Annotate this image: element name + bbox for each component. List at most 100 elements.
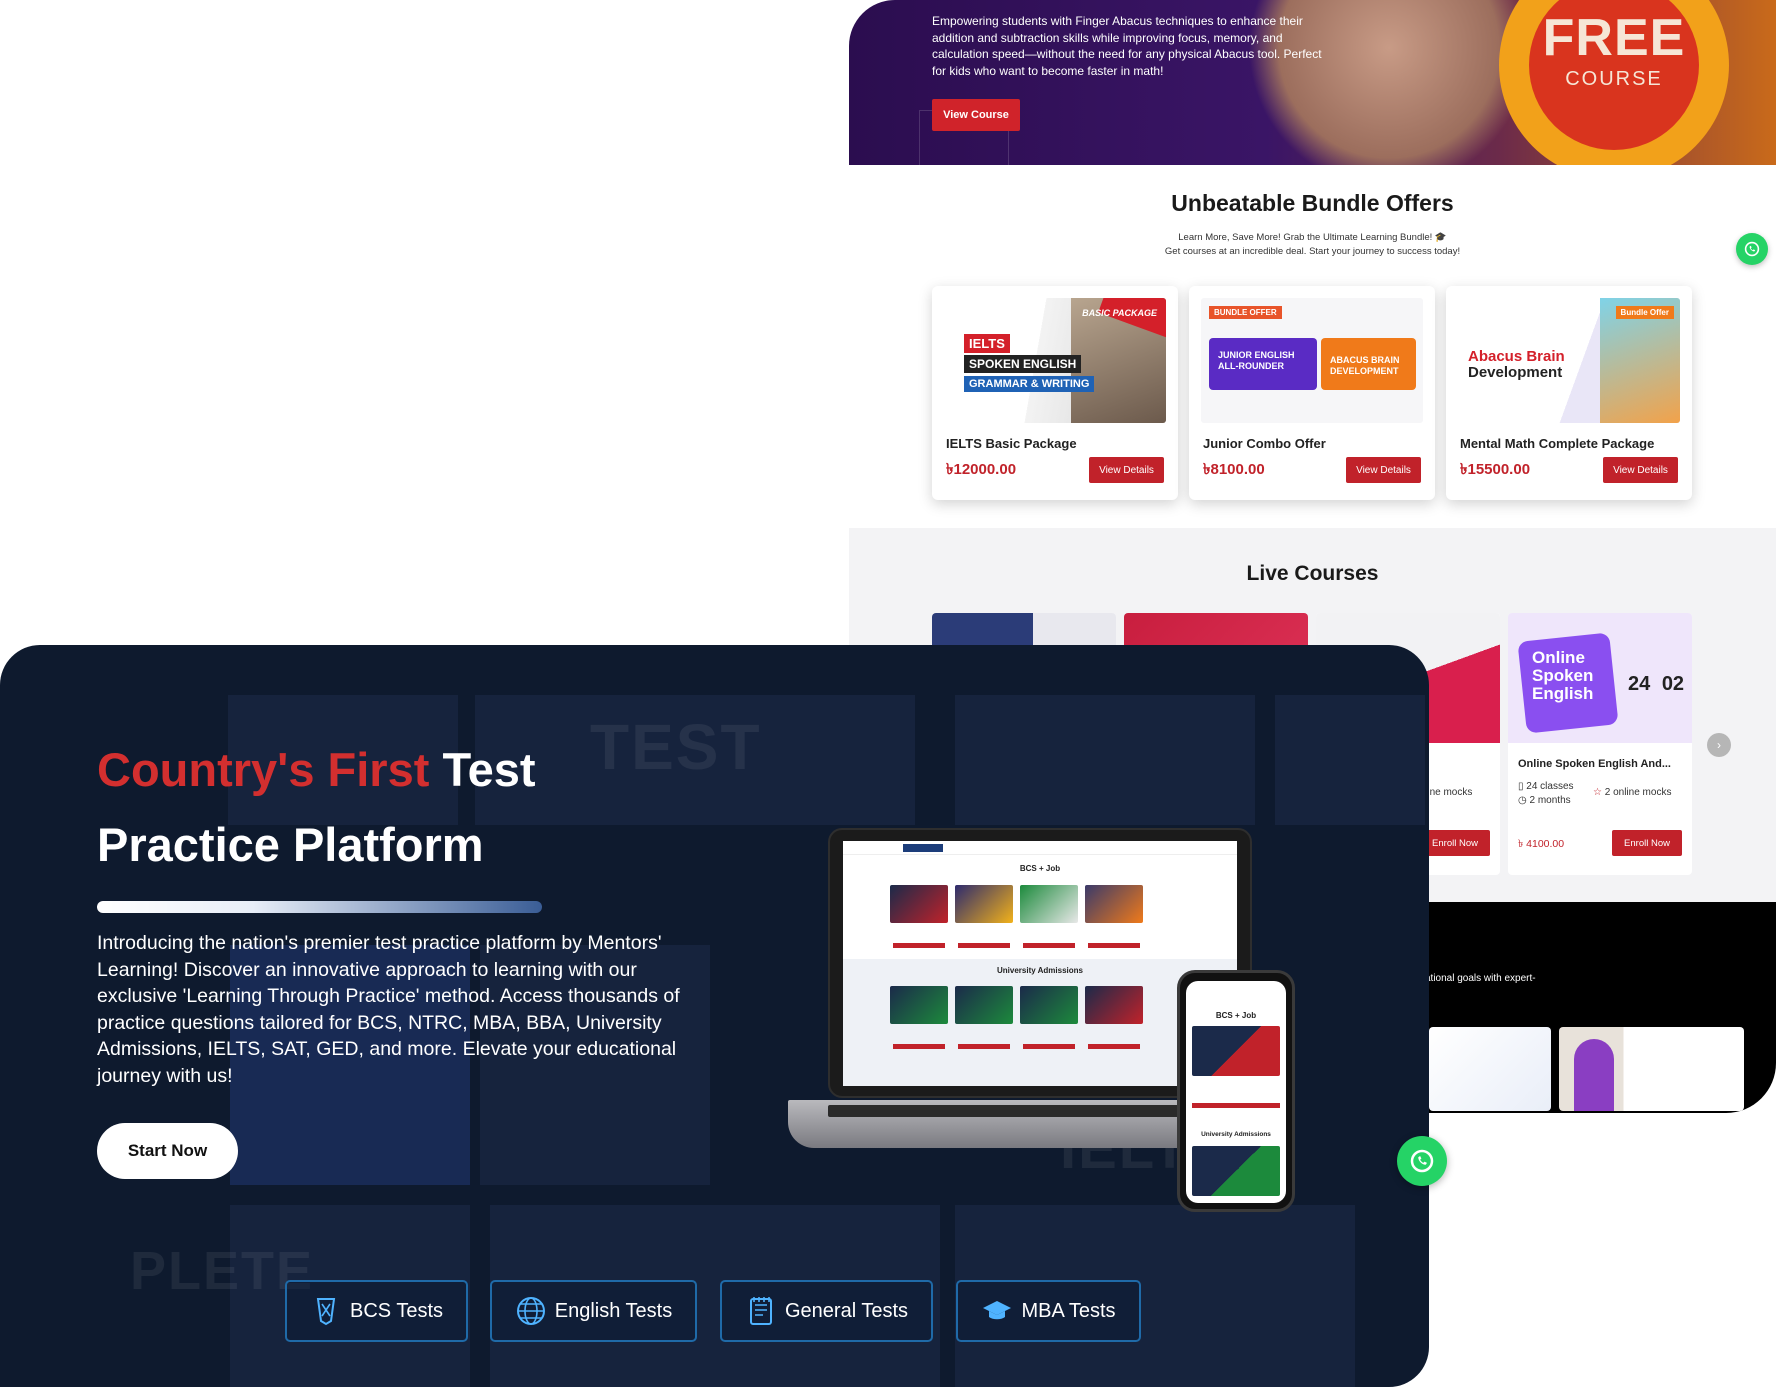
view-details-button[interactable]: View Details <box>1603 457 1678 483</box>
bundle-card[interactable]: BUNDLE OFFER JUNIOR ENGLISH ALL-ROUNDER … <box>1189 286 1435 500</box>
image-number: 24 <box>1628 673 1651 695</box>
whatsapp-icon[interactable] <box>1397 1136 1447 1186</box>
mock-button <box>958 943 1010 948</box>
course-mocks: ☆ 2 online mocks <box>1593 787 1671 798</box>
bundle-thumbnail: BUNDLE OFFER JUNIOR ENGLISH ALL-ROUNDER … <box>1201 298 1423 423</box>
bundle-subtitle-line-1: Learn More, Save More! Grab the Ultimate… <box>1178 232 1447 243</box>
graduation-cap-icon <box>983 1301 1012 1320</box>
mock-card <box>890 885 948 923</box>
bundle-price: ৳8100.00 <box>1203 461 1265 478</box>
mock-card <box>955 986 1013 1024</box>
course-image: Online Spoken English 24 02 <box>1508 613 1692 743</box>
thumb-tag: Bundle Offer <box>1615 306 1674 319</box>
bundle-price: ৳15500.00 <box>1460 461 1531 478</box>
course-title: Online Spoken English And... <box>1518 758 1671 770</box>
carousel-next-icon[interactable]: › <box>1707 733 1731 757</box>
whatsapp-icon[interactable] <box>1736 233 1768 265</box>
image-text-line: English <box>1532 684 1594 703</box>
thumb-line: IELTS <box>964 334 1010 353</box>
mock-card <box>1085 885 1143 923</box>
abacus-course-banner: FREE COURSE Empowering students with Fin… <box>849 0 1776 165</box>
thumb-line: Abacus Brain <box>1468 348 1565 365</box>
mock-button <box>1023 1044 1075 1049</box>
phone-mockup: BCS + Job University Admissions <box>1177 970 1295 1212</box>
mock-card <box>1192 1026 1280 1076</box>
banner-description: Empowering students with Finger Abacus t… <box>932 14 1322 78</box>
bcs-logo-icon <box>316 1298 336 1326</box>
view-details-button[interactable]: View Details <box>1346 457 1421 483</box>
globe-icon <box>516 1297 545 1325</box>
dark-section-text: ational goals with expert- <box>1425 973 1536 984</box>
bundle-card[interactable]: BASIC PACKAGE IELTS SPOKEN ENGLISH GRAMM… <box>932 286 1178 500</box>
course-duration: ◷ 2 months <box>1518 794 1574 808</box>
course-thumbnail[interactable] <box>1559 1027 1744 1111</box>
course-meta: ▯ 24 classes ◷ 2 months <box>1518 780 1574 808</box>
headline-red: Country's First <box>97 743 430 796</box>
mock-card <box>1020 885 1078 923</box>
thumb-line: Development <box>1468 364 1563 381</box>
category-label: BCS Tests <box>350 1299 443 1322</box>
image-numbers: 24 02 <box>1628 673 1684 696</box>
mock-button <box>958 1044 1010 1049</box>
live-course-card[interactable]: Online Spoken English 24 02 Online Spoke… <box>1508 613 1692 875</box>
mock-button <box>1088 1044 1140 1049</box>
bcs-tests-button[interactable]: BCS Tests <box>285 1280 468 1342</box>
mock-button <box>893 943 945 948</box>
thumb-line: GRAMMAR & WRITING <box>964 376 1095 392</box>
headline-white: Test <box>442 743 536 796</box>
background-tile <box>1275 695 1425 825</box>
bundle-price: ৳12000.00 <box>946 461 1017 478</box>
mock-logo <box>903 844 943 852</box>
general-tests-button[interactable]: General Tests <box>720 1280 933 1342</box>
headline-underline <box>97 901 542 913</box>
classes-text: 24 classes <box>1526 781 1574 792</box>
bundle-name: Junior Combo Offer <box>1203 436 1326 451</box>
mock-section-title: University Admissions <box>997 966 1083 975</box>
badge-free-text: FREE <box>1542 9 1686 67</box>
instructor-photo <box>1574 1039 1614 1111</box>
enroll-now-button[interactable]: Enroll Now <box>1612 830 1682 856</box>
image-text-line: Online <box>1532 648 1585 667</box>
mock-section-title: BCS + Job <box>1215 1011 1257 1020</box>
mock-card <box>1192 1146 1280 1196</box>
mock-button <box>1023 943 1075 948</box>
bundle-section-title: Unbeatable Bundle Offers <box>1171 190 1454 216</box>
mock-button <box>893 1044 945 1049</box>
duration-text: 2 months <box>1529 795 1571 806</box>
course-classes: ▯ 24 classes <box>1518 780 1574 794</box>
image-text: Online Spoken English <box>1532 649 1593 703</box>
mock-card <box>1020 986 1078 1024</box>
headline-line-2: Practice Platform <box>97 818 484 871</box>
bundle-card[interactable]: Bundle Offer Abacus Brain Development Me… <box>1446 286 1692 500</box>
bundle-name: IELTS Basic Package <box>946 436 1077 451</box>
view-details-button[interactable]: View Details <box>1089 457 1164 483</box>
view-course-button[interactable]: View Course <box>932 99 1020 131</box>
mba-tests-button[interactable]: MBA Tests <box>956 1280 1141 1342</box>
thumb-tag: BUNDLE OFFER <box>1209 306 1282 319</box>
image-text-line: Spoken <box>1532 666 1594 685</box>
mock-card <box>955 885 1013 923</box>
category-label: English Tests <box>554 1299 673 1322</box>
bundle-thumbnail: Bundle Offer Abacus Brain Development <box>1458 298 1680 423</box>
image-number: 02 <box>1661 673 1685 695</box>
start-now-button[interactable]: Start Now <box>97 1123 238 1179</box>
page: FREE COURSE Empowering students with Fin… <box>0 0 1776 1387</box>
bundle-section-subtitle: Learn More, Save More! Grab the Ultimate… <box>849 231 1776 259</box>
bundle-name: Mental Math Complete Package <box>1460 436 1655 451</box>
mock-card <box>1085 986 1143 1024</box>
english-tests-button[interactable]: English Tests <box>490 1280 697 1342</box>
thumb-line: ABACUS BRAIN DEVELOPMENT <box>1330 355 1400 376</box>
star-icon: ☆ <box>1593 787 1605 798</box>
document-icon <box>749 1297 772 1325</box>
bundle-thumbnail: BASIC PACKAGE IELTS SPOKEN ENGLISH GRAMM… <box>944 298 1166 423</box>
clock-icon: ◷ <box>1518 795 1530 806</box>
background-text: TEST <box>590 711 762 783</box>
thumb-tag: BASIC PACKAGE <box>1082 308 1157 318</box>
mock-navbar <box>843 841 1237 855</box>
mock-button <box>1192 1103 1280 1108</box>
mock-card <box>890 986 948 1024</box>
course-thumbnail[interactable] <box>1429 1027 1551 1111</box>
intro-paragraph: Introducing the nation's premier test pr… <box>97 932 680 1087</box>
enroll-now-button[interactable]: Enroll Now <box>1420 830 1490 856</box>
free-course-badge: FREE COURSE <box>1529 0 1699 150</box>
